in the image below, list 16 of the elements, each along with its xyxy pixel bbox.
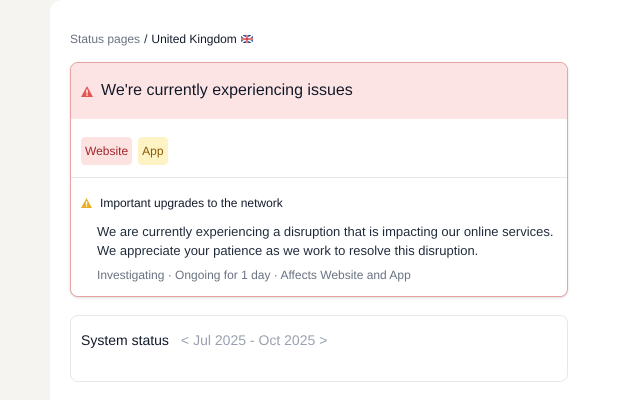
component-tag: Website — [81, 137, 132, 165]
incident-description: We are currently experiencing a disruption that is impacting our online services. We appreciate your patience as we work to resolve this disruption. — [97, 223, 554, 260]
section-title: System status — [81, 331, 169, 350]
incident-title: Important upgrades to the network — [100, 195, 283, 212]
previous-button[interactable]: < — [180, 330, 190, 351]
component-tag: App — [138, 137, 168, 165]
status-title: We're currently experiencing issues — [101, 81, 353, 101]
date-range: Jul 2025 - Oct 2025 — [193, 331, 316, 350]
warning-icon — [81, 198, 92, 208]
next-button[interactable]: > — [319, 330, 328, 351]
incident-meta: Investigating · Ongoing for 1 day · Affects Website and App — [97, 267, 412, 284]
breadcrumb-link[interactable]: Status pages — [70, 30, 140, 48]
warning-icon — [81, 86, 93, 96]
breadcrumb-current: United Kingdom — [151, 31, 237, 48]
flag-icon — [240, 35, 253, 43]
breadcrumb-separator: / — [144, 31, 148, 48]
